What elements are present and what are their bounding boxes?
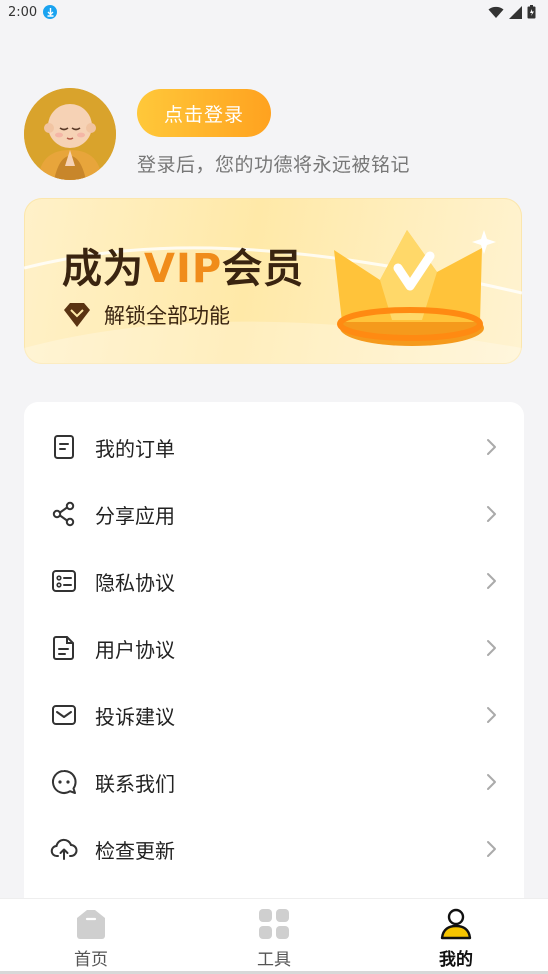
- wifi-icon: [488, 6, 504, 18]
- chevron-right-icon: [487, 506, 496, 522]
- menu-item-privacy[interactable]: 隐私协议: [24, 548, 524, 614]
- signal-icon: [509, 5, 522, 19]
- download-icon: [43, 5, 58, 19]
- menu-item-share[interactable]: 分享应用: [24, 481, 524, 547]
- tab-tools[interactable]: 工具: [214, 899, 334, 974]
- chat-icon: [52, 769, 77, 794]
- menu-item-contact[interactable]: 联系我们: [24, 749, 524, 815]
- menu-item-user-agreement[interactable]: 用户协议: [24, 615, 524, 681]
- crown-icon: [334, 230, 496, 346]
- tab-mine[interactable]: 我的: [396, 899, 516, 974]
- chevron-right-icon: [487, 841, 496, 857]
- tab-label: 我的: [439, 950, 473, 970]
- bottom-tab-bar: 首页 工具 我的: [0, 898, 548, 974]
- person-icon: [440, 908, 472, 940]
- tab-label: 工具: [257, 950, 291, 970]
- battery-icon: [527, 5, 536, 19]
- cloud-upload-icon: [50, 838, 78, 860]
- login-button[interactable]: 点击登录: [137, 89, 271, 137]
- menu-item-label: 检查更新: [95, 838, 175, 863]
- status-bar: 2:00: [0, 0, 548, 24]
- tab-label: 首页: [74, 950, 108, 970]
- chevron-right-icon: [487, 640, 496, 656]
- chevron-right-icon: [487, 573, 496, 589]
- menu-item-label: 我的订单: [95, 436, 175, 461]
- menu-item-check-update[interactable]: 检查更新: [24, 816, 524, 882]
- share-icon: [52, 501, 75, 527]
- vip-title-prefix: 成为: [62, 246, 144, 292]
- vip-title: 成为VIP会员: [62, 236, 304, 294]
- vip-banner[interactable]: 成为VIP会员 解锁全部功能: [24, 198, 522, 364]
- privacy-icon: [52, 570, 76, 592]
- document-icon: [53, 636, 74, 660]
- diamond-icon: [64, 303, 90, 327]
- tab-home[interactable]: 首页: [31, 899, 151, 974]
- vip-title-suffix: 会员: [222, 246, 305, 292]
- menu-item-label: 分享应用: [95, 503, 175, 528]
- mail-icon: [52, 705, 76, 725]
- vip-subtitle: 解锁全部功能: [104, 304, 230, 328]
- menu-item-label: 用户协议: [95, 637, 175, 662]
- avatar[interactable]: [24, 88, 116, 180]
- login-hint: 登录后，您的功德将永远被铭记: [137, 154, 411, 176]
- menu-item-label: 联系我们: [95, 771, 175, 796]
- menu-item-feedback[interactable]: 投诉建议: [24, 682, 524, 748]
- chevron-right-icon: [487, 707, 496, 723]
- chevron-right-icon: [487, 774, 496, 790]
- grid-icon: [259, 909, 289, 939]
- menu-item-label: 投诉建议: [95, 704, 175, 729]
- menu-item-label: 隐私协议: [95, 570, 175, 595]
- status-time: 2:00: [8, 4, 38, 20]
- order-icon: [54, 435, 74, 459]
- vip-title-vip: VIP: [144, 246, 223, 292]
- menu-card: 我的订单 分享应用 隐私协议 用户协议 投诉建议 联系我们 检查更新: [24, 402, 524, 898]
- menu-item-orders[interactable]: 我的订单: [24, 414, 524, 480]
- vip-subtitle-row: 解锁全部功能: [62, 300, 230, 330]
- chevron-right-icon: [487, 439, 496, 455]
- home-icon: [77, 910, 105, 939]
- monk-avatar-icon: [24, 88, 116, 180]
